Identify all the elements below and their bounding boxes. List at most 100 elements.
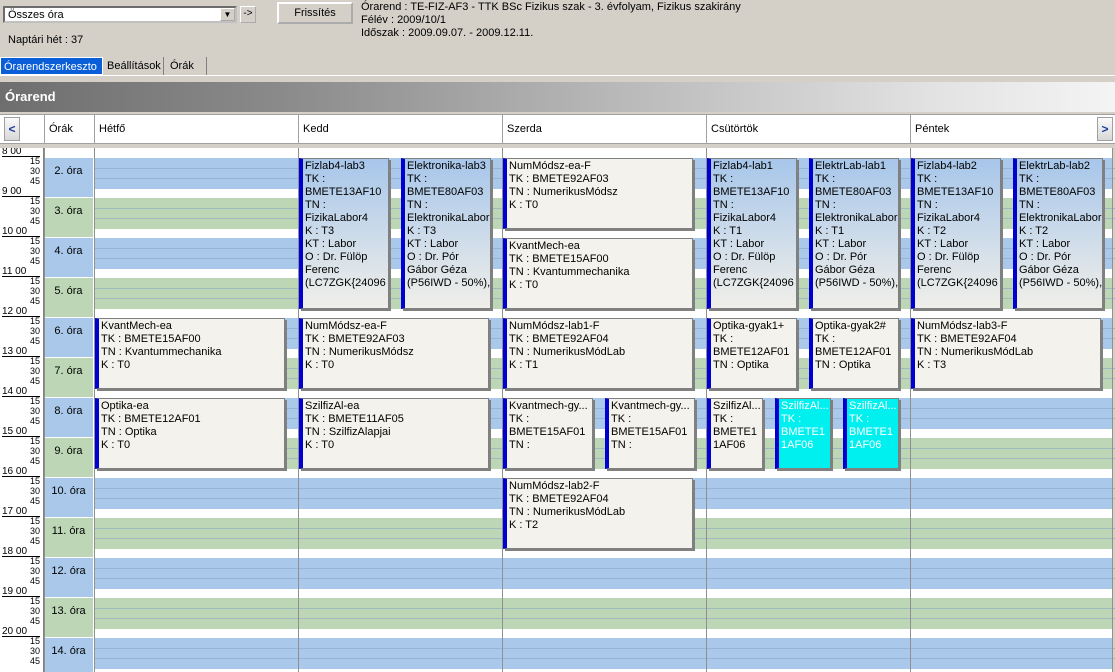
timetable-grid[interactable]: 8 00 15 30 45 9 00 15 30 45 10 00 15 30 45 11 00 15 30… <box>0 148 1115 672</box>
event-detail: BMETE12AF01 <box>815 346 892 358</box>
event-detail: TK : <box>849 413 870 425</box>
event-detail: KT : Labor <box>917 238 969 250</box>
event-detail: K : T1 <box>713 225 743 237</box>
event-title: Kvantmech-gy... <box>611 400 690 412</box>
timetable-event[interactable]: Fizlab4-lab2 TK : BMETE13AF10 TN : FizikaLab… <box>911 158 1001 309</box>
nav-next-button[interactable]: > <box>1097 117 1113 141</box>
panel-title: Órarend <box>5 89 56 104</box>
timetable-event[interactable]: Optika-ea TK : BMETE12AF01 TN : Optika K : … <box>95 398 285 469</box>
calendar-week: Naptári hét : 37 <box>8 34 84 46</box>
period-cell: 10. óra <box>44 478 93 518</box>
event-detail: 1AF06 <box>781 439 814 451</box>
quarter-line <box>94 648 1115 649</box>
header-day-hetfo: Hétfő <box>94 115 298 143</box>
timetable-event[interactable]: NumMódsz-lab2-F TK : BMETE92AF04 TN : Nume… <box>503 478 693 549</box>
timetable-event[interactable]: SzilfizAl-ea TK : BMETE11AF05 TN : Szilfiz… <box>299 398 489 469</box>
event-detail: TK : BMETE11AF05 <box>305 413 404 425</box>
timetable-event[interactable]: Optika-gyak2# TK : BMETE12AF01 TN : Optika <box>809 318 899 389</box>
event-detail: ElektronikaLabor <box>1019 212 1102 224</box>
timetable-event[interactable]: Optika-gyak1+ TK : BMETE12AF01 TN : Optika <box>707 318 797 389</box>
event-detail: Ferenc <box>305 264 340 276</box>
event-detail: TN : <box>305 199 326 211</box>
event-detail: BMETE80AF03 <box>407 186 484 198</box>
header-day-kedd: Kedd <box>298 115 502 143</box>
timetable-event[interactable]: KvantMech-ea TK : BMETE15AF00 TN : Kvantum… <box>95 318 285 389</box>
event-detail: K : T0 <box>305 439 335 451</box>
event-detail: KT : Labor <box>713 238 765 250</box>
event-detail: TN : <box>917 199 938 211</box>
event-title: Fizlab4-lab1 <box>713 160 773 172</box>
quarter-line <box>94 578 1115 579</box>
event-detail: O : Dr. Fülöp <box>305 251 368 263</box>
event-detail: K : T0 <box>509 279 539 291</box>
timetable-event[interactable]: ElektrLab-lab1 TK : BMETE80AF03 TN : Elektro… <box>809 158 899 309</box>
header-day-szerda: Szerda <box>502 115 706 143</box>
timetable-event[interactable]: ElektrLab-lab2 TK : BMETE80AF03 TN : Elektro… <box>1013 158 1103 309</box>
event-detail: TK : <box>781 413 802 425</box>
quarter-label: 30 <box>29 646 40 656</box>
chevron-down-icon[interactable]: ▼ <box>220 8 235 21</box>
event-detail: KT : Labor <box>1019 238 1071 250</box>
nav-prev-button[interactable]: < <box>4 117 20 141</box>
event-title: NumMódsz-lab3-F <box>917 320 1008 332</box>
event-detail: TK : BMETE92AF03 <box>509 173 609 185</box>
quarter-label: 30 <box>29 206 40 216</box>
period-row-bg <box>94 638 1112 669</box>
event-title: ElektrLab-lab2 <box>1019 160 1090 172</box>
header-ora: Órák <box>44 115 94 143</box>
event-detail: TN : Optika <box>815 359 871 371</box>
event-detail: BMETE1 <box>849 426 894 438</box>
period-cell: 8. óra <box>44 398 93 438</box>
event-detail: TN : Kvantummechanika <box>101 346 222 358</box>
refresh-button[interactable]: Frissítés <box>277 2 353 24</box>
event-detail: (LC7ZGK{24096 <box>917 277 998 289</box>
event-detail: Gábor Géza <box>815 264 875 276</box>
timetable-event[interactable]: NumMódsz-lab3-F TK : BMETE92AF04 TN : Nume… <box>911 318 1101 389</box>
quarter-line <box>94 618 1115 619</box>
event-title: Elektronika-lab3 <box>407 160 486 172</box>
event-detail: TN : NumerikusMódLab <box>509 346 626 358</box>
quarter-label: 30 <box>29 526 40 536</box>
event-detail: BMETE1 <box>781 426 826 438</box>
event-detail: Ferenc <box>917 264 952 276</box>
tab-orak[interactable]: Órák <box>167 57 207 75</box>
timetable-event[interactable]: Elektronika-lab3 TK : BMETE80AF03 TN : Elekt… <box>401 158 491 309</box>
period-cell: 4. óra <box>44 238 93 278</box>
quarter-label: 45 <box>29 616 40 626</box>
event-detail: O : Dr. Fülöp <box>713 251 776 263</box>
timetable-event[interactable]: SzilfizAl... TK : BMETE1 1AF06 <box>775 398 831 469</box>
tab-beallitasok[interactable]: Beállítások <box>104 57 164 75</box>
event-detail: TK : BMETE15AF00 <box>509 253 609 265</box>
info-period: Időszak : 2009.09.07. - 2009.12.11. <box>361 27 534 39</box>
timetable-event[interactable]: SzilfizAl... TK : BMETE1 1AF06 <box>843 398 899 469</box>
timetable-event[interactable]: SzilfizAl... TK : BMETE1 1AF06 <box>707 398 763 469</box>
quarter-label: 30 <box>29 406 40 416</box>
tab-bar: Órarendszerkeszto Beállítások Órák <box>0 57 1115 76</box>
timetable-event[interactable]: KvantMech-ea TK : BMETE15AF00 TN : Kvantum… <box>503 238 693 309</box>
go-button[interactable]: -> <box>240 6 256 23</box>
quarter-label: 45 <box>29 656 40 666</box>
day-separator <box>1112 148 1113 672</box>
timetable-event[interactable]: Kvantmech-gy... TK : BMETE15AF01 TN : <box>503 398 593 469</box>
timetable-event[interactable]: Fizlab4-lab1 TK : BMETE13AF10 TN : FizikaLab… <box>707 158 797 309</box>
timetable-event[interactable]: NumMódsz-lab1-F TK : BMETE92AF04 TN : Nume… <box>503 318 693 389</box>
day-header-row: < Órák Hétfő Kedd Szerda Csütörtök Pénte… <box>0 114 1115 144</box>
event-detail: TN : <box>815 199 836 211</box>
event-detail: K : T0 <box>509 199 539 211</box>
event-detail: K : T2 <box>1019 225 1049 237</box>
tab-orarendszerkeszto[interactable]: Órarendszerkeszto <box>0 57 103 75</box>
event-detail: K : T1 <box>815 225 845 237</box>
timetable-event[interactable]: NumMódsz-ea-F TK : BMETE92AF03 TN : Numeri… <box>299 318 489 389</box>
timetable-event[interactable]: NumMódsz-ea-F TK : BMETE92AF03 TN : Numeri… <box>503 158 693 229</box>
period-cell: 7. óra <box>44 358 93 398</box>
schedule-select[interactable]: Összes óra ▼ <box>3 6 237 23</box>
quarter-label: 30 <box>29 606 40 616</box>
event-title: Optika-ea <box>101 400 149 412</box>
event-detail: TN : NumerikusMódsz <box>305 346 414 358</box>
timetable-event[interactable]: Fizlab4-lab3 TK : BMETE13AF10 TN : FizikaLab… <box>299 158 389 309</box>
timetable-event[interactable]: Kvantmech-gy... TK : BMETE15AF01 TN : <box>605 398 695 469</box>
quarter-label: 30 <box>29 246 40 256</box>
event-detail: BMETE13AF10 <box>917 186 994 198</box>
event-detail: O : Dr. Pór <box>407 251 459 263</box>
quarter-label: 15 <box>29 276 40 286</box>
